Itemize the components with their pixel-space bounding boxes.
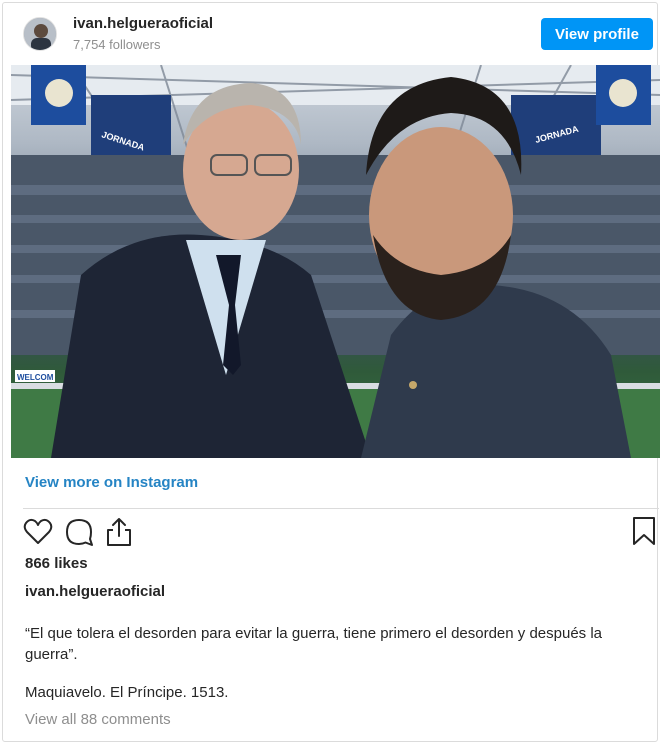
heart-icon[interactable] (23, 517, 53, 547)
username[interactable]: ivan.helgueraoficial (73, 15, 213, 32)
view-profile-button[interactable]: View profile (541, 18, 653, 50)
view-all-comments-link[interactable]: View all 88 comments (25, 711, 171, 728)
avatar[interactable] (23, 17, 57, 51)
divider (23, 508, 659, 509)
bookmark-icon[interactable] (630, 515, 658, 547)
like-count[interactable]: 866 likes (25, 555, 88, 572)
follower-count: 7,754 followers (73, 37, 161, 52)
post-image[interactable]: JORNADA JORNADA WELCOM (11, 65, 660, 458)
share-icon[interactable] (104, 516, 134, 548)
comment-icon[interactable] (64, 517, 94, 547)
view-more-on-instagram-link[interactable]: View more on Instagram (25, 474, 198, 491)
post-header: ivan.helgueraoficial 7,754 followers Vie… (3, 3, 657, 65)
caption-source: Maquiavelo. El Príncipe. 1513. (25, 684, 229, 701)
welcome-sign-text: WELCOM (17, 373, 54, 382)
caption-quote: “El que tolera el desorden para evitar l… (25, 625, 603, 663)
instagram-embed-card: ivan.helgueraoficial 7,754 followers Vie… (2, 2, 660, 742)
caption-username[interactable]: ivan.helgueraoficial (25, 583, 165, 600)
